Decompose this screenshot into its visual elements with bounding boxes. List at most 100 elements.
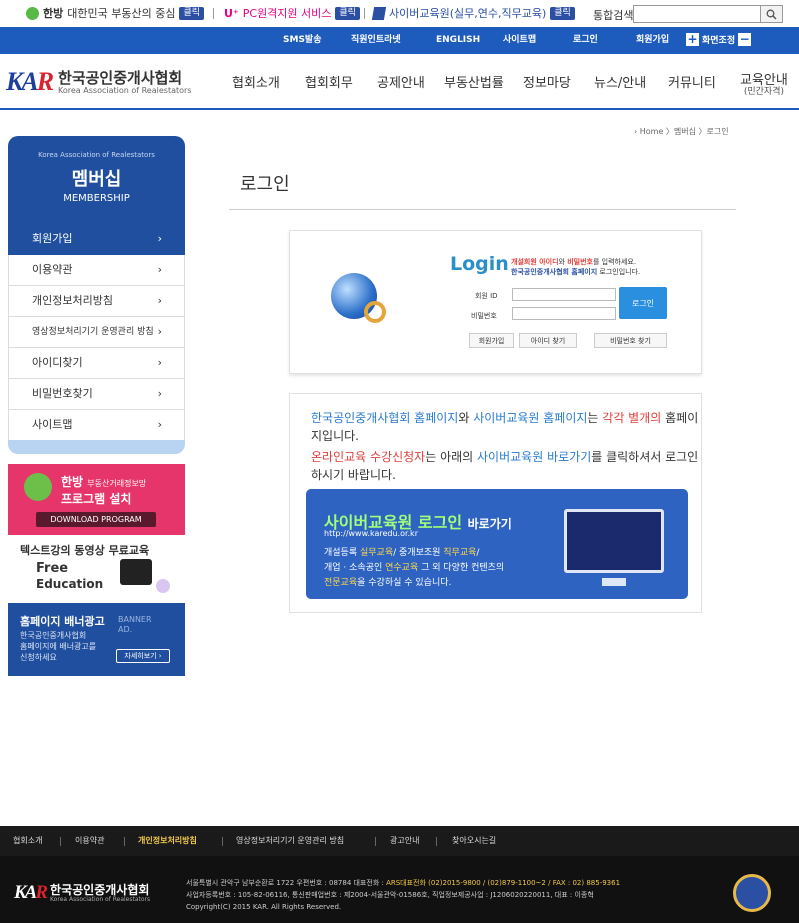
footer-logo-english: Korea Association of Realestators [50, 895, 151, 903]
sidebar-item-sitemap[interactable]: 사이트맵 › [8, 410, 185, 441]
util-sitemap[interactable]: 사이트맵 [503, 27, 536, 54]
util-english[interactable]: ENGLISH [436, 27, 480, 54]
menu-about[interactable]: 협회소개 [232, 72, 280, 91]
password-label: 비밀번호 [471, 312, 497, 320]
find-id-button[interactable]: 아이디 찾기 [519, 333, 577, 348]
sidebar-item-label: 비밀번호찾기 [32, 387, 93, 400]
footer-logo-mark: KAR [14, 882, 48, 903]
banner2-title: 텍스트강의 동영상 무료교육 [20, 544, 150, 557]
free-education-banner[interactable]: 텍스트강의 동영상 무료교육 Free Education [8, 535, 185, 603]
divider [364, 8, 365, 19]
sidebar-item-label: 이용약관 [32, 263, 73, 276]
chevron-right-icon: › [157, 387, 162, 400]
menu-law[interactable]: 부동산법률 [444, 72, 504, 91]
site-logo[interactable]: KAR 한국공인중개사협회 Korea Association of Reale… [6, 67, 191, 97]
login-panel: Login 개설회원 아이디와 비밀번호를 입력하세요. 한국공인중개사협회 홈… [289, 230, 702, 374]
book-icon [371, 6, 387, 20]
decor-circle [156, 579, 170, 593]
download-program-button[interactable]: DOWNLOAD PROGRAM [36, 512, 156, 527]
banner3-ad-label: BANNER AD. [118, 615, 152, 634]
sidebar-item-label: 영상정보처리기기 운영관리 방침 [32, 327, 154, 337]
zoom-in-button[interactable]: + [686, 33, 699, 46]
menu-community[interactable]: 커뮤니티 [668, 72, 716, 91]
password-input[interactable] [512, 307, 616, 320]
chevron-right-icon: › [157, 418, 162, 431]
sidebar-sub: Korea Association of Realestators [38, 151, 155, 159]
menu-mutual-aid[interactable]: 공제안내 [377, 72, 425, 91]
util-sms[interactable]: SMS발송 [283, 27, 321, 54]
pc-support-link[interactable]: U⁺ PC원격지원 서비스 클릭 [224, 4, 360, 22]
video-icon [120, 559, 152, 585]
zoom-label: 화면조정 [702, 36, 736, 46]
zoom-out-button[interactable]: − [738, 33, 752, 46]
sidebar-item-terms[interactable]: 이용약관 › [8, 255, 185, 286]
main-header: KAR 한국공인중개사협회 Korea Association of Reale… [0, 54, 799, 110]
footer-logo: KAR 한국공인중개사협회 Korea Association of Reale… [14, 882, 150, 904]
menu-info[interactable]: 정보마당 [523, 72, 571, 91]
sidebar-item-label: 회원가입 [32, 232, 73, 245]
divider [124, 837, 125, 846]
sidebar-item-cctv[interactable]: 영상정보처리기기 운영관리 방침 › [8, 317, 185, 348]
sidebar-item-find-pw[interactable]: 비밀번호찾기 › [8, 379, 185, 410]
id-label: 회원 ID [475, 292, 498, 300]
util-intranet[interactable]: 직원인트라넷 [351, 27, 401, 54]
search-icon [766, 9, 777, 20]
cyber-description: 개설등록 실무교육/ 중개보조원 직무교육/ 개업 · 소속공인 연수교육 그 … [324, 548, 505, 588]
util-join[interactable]: 회원가입 [636, 27, 669, 54]
menu-education[interactable]: 교육안내 (민간자격) [740, 74, 788, 97]
search-button[interactable] [760, 5, 783, 23]
menu-affairs[interactable]: 협회회무 [305, 72, 353, 91]
uplus-logo: U⁺ [224, 6, 239, 20]
banner-more-button[interactable]: 자세히보기 › [116, 649, 170, 663]
banner3-desc: 한국공인중개사협회 홈페이지에 배너광고를 신청하세요 [20, 631, 97, 662]
sidebar-item-label: 개인정보처리방침 [32, 294, 113, 307]
id-input[interactable] [512, 288, 616, 301]
banner1-title-row: 한방 부동산거래정보망 [61, 473, 146, 490]
footer-link-ads[interactable]: 광고안내 [390, 826, 419, 856]
logo-english: Korea Association of Realestators [58, 85, 192, 95]
footer-link-about[interactable]: 협회소개 [13, 826, 42, 856]
title-divider [229, 209, 736, 210]
association-seal-icon [733, 874, 771, 912]
sidebar-header: Korea Association of Realestators 멤버십 ME… [8, 136, 185, 224]
sidebar-item-privacy[interactable]: 개인정보처리방침 › [8, 286, 185, 317]
banner1-sub: 부동산거래정보망 [87, 479, 147, 488]
footer-link-cctv[interactable]: 영상정보처리기기 운영관리 방침 [236, 826, 344, 856]
util-login[interactable]: 로그인 [573, 27, 598, 54]
banner1-title2: 프로그램 설치 [61, 492, 132, 506]
hanbang-icon [24, 473, 52, 501]
banner3-title: 홈페이지 배너광고 [20, 615, 105, 628]
sidebar-item-label: 아이디찾기 [32, 356, 83, 369]
footer-address: 서울특별시 관악구 남부순환로 1722 우편번호 : 08784 대표전화 :… [186, 879, 621, 911]
login-description: 개설회원 아이디와 비밀번호를 입력하세요. 한국공인중개사협회 홈페이지 로그… [511, 258, 641, 276]
top-bar: 한방 대한민국 부동산의 중심 클릭 U⁺ PC원격지원 서비스 클릭 사이버교… [0, 0, 799, 27]
chevron-right-icon: › [157, 263, 162, 276]
sidebar-title: 멤버십 [71, 169, 122, 190]
footer-link-directions[interactable]: 찾아오시는길 [452, 826, 496, 856]
key-icon [364, 301, 386, 323]
footer-nav: 협회소개 이용약관 개인정보처리방침 영상정보처리기기 운영관리 방침 광고안내… [0, 826, 799, 856]
click-badge: 클릭 [335, 6, 360, 20]
sidebar-menu: 회원가입 › 이용약관 › 개인정보처리방침 › 영상정보처리기기 운영관리 방침 › … [8, 224, 185, 441]
footer-link-privacy[interactable]: 개인정보처리방침 [138, 826, 197, 856]
banner-ad-banner[interactable]: 홈페이지 배너광고 한국공인중개사협회 홈페이지에 배너광고를 신청하세요 BANN… [8, 603, 185, 676]
footer-link-terms[interactable]: 이용약관 [75, 826, 104, 856]
download-banner[interactable]: 한방 부동산거래정보망 프로그램 설치 DOWNLOAD PROGRAM [8, 464, 185, 535]
divider [222, 837, 223, 846]
sidebar-footer [8, 440, 185, 454]
menu-news[interactable]: 뉴스/안내 [594, 72, 646, 91]
chevron-right-icon: › [157, 232, 162, 245]
utility-bar: SMS발송 직원인트라넷 ENGLISH 사이트맵 로그인 회원가입 + 화면조… [0, 27, 799, 54]
find-password-button[interactable]: 비밀번호 찾기 [594, 333, 667, 348]
login-button[interactable]: 로그인 [619, 287, 667, 319]
sidebar-item-find-id[interactable]: 아이디찾기 › [8, 348, 185, 379]
divider [60, 837, 61, 846]
join-button[interactable]: 회원가입 [469, 333, 514, 348]
sidebar-item-join[interactable]: 회원가입 › [8, 224, 185, 255]
hanbang-logo-text: 한방 [43, 7, 64, 20]
logo-korean: 한국공인중개사협회 [58, 68, 183, 87]
cyber-edu-link[interactable]: 사이버교육원(실무,연수,직무교육) 클릭 [371, 4, 575, 22]
cyber-edu-login-banner[interactable]: 사이버교육원 로그인 바로가기 http://www.karedu.or.kr … [306, 489, 688, 599]
hanbang-link[interactable]: 한방 대한민국 부동산의 중심 클릭 [26, 4, 205, 22]
hanbang-icon [26, 6, 39, 20]
